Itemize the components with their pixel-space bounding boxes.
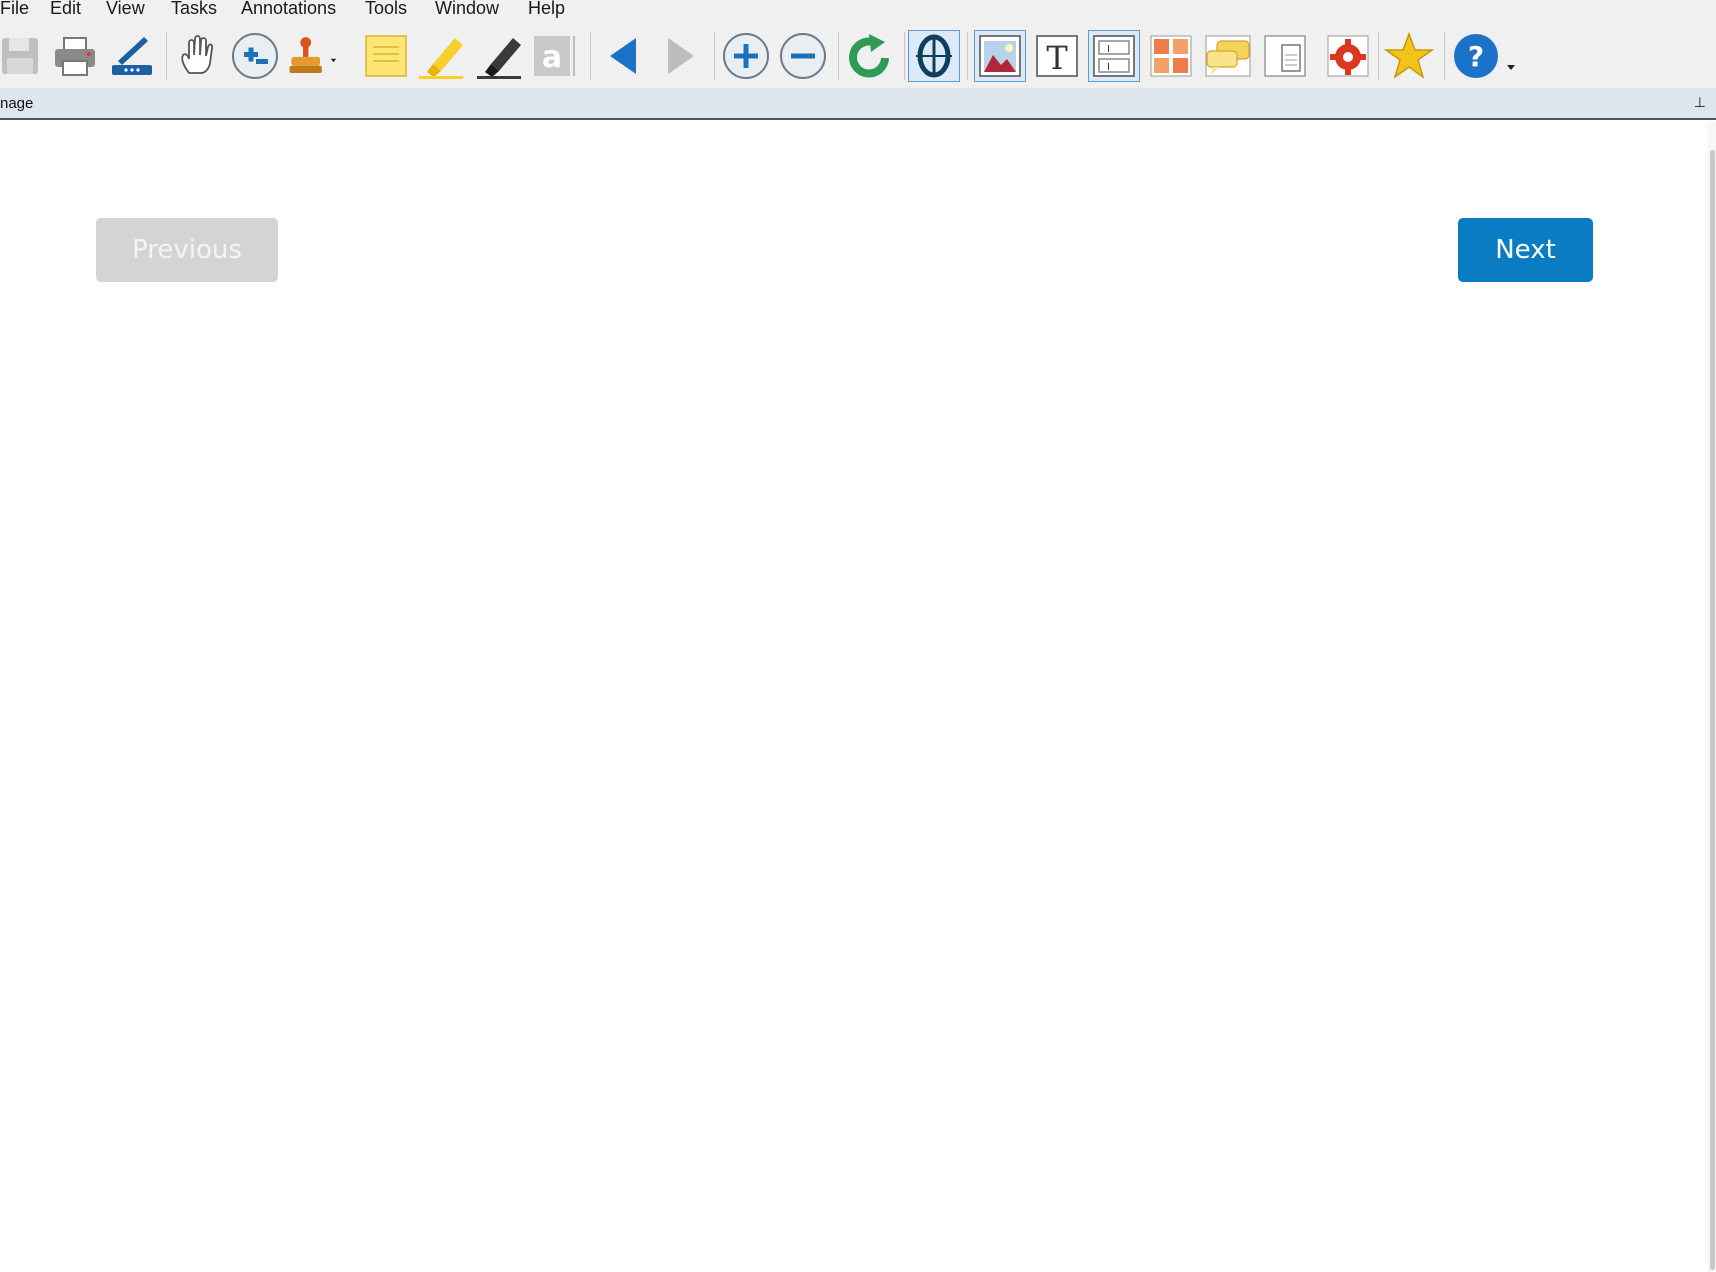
comments-button[interactable] bbox=[1202, 30, 1254, 82]
star-icon bbox=[1384, 32, 1434, 79]
minus-circle-icon bbox=[780, 33, 826, 79]
highlighter-button[interactable] bbox=[416, 30, 468, 82]
dual-text-view-button[interactable]: II bbox=[1088, 30, 1140, 82]
panel-title: nage bbox=[0, 95, 34, 112]
menu-annotations[interactable]: Annotations bbox=[241, 0, 336, 22]
highlighter-icon bbox=[419, 38, 463, 79]
menu-tasks[interactable]: Tasks bbox=[171, 0, 217, 22]
svg-text:I: I bbox=[1107, 62, 1110, 73]
plus-circle-icon bbox=[723, 33, 769, 79]
menu-view[interactable]: View bbox=[106, 0, 145, 22]
favorites-button[interactable] bbox=[1383, 30, 1435, 82]
marker-button[interactable] bbox=[474, 30, 526, 82]
marker-icon bbox=[477, 38, 521, 79]
next-button[interactable]: Next bbox=[1458, 218, 1593, 282]
zoom-tool-button[interactable] bbox=[229, 30, 281, 82]
text-select-button[interactable]: a bbox=[528, 30, 580, 82]
text-select-icon: a bbox=[534, 36, 575, 76]
pin-icon[interactable]: ⊥ bbox=[1694, 94, 1706, 111]
fit-page-button[interactable] bbox=[908, 30, 960, 82]
text-icon: T bbox=[1036, 35, 1078, 77]
rotate-icon bbox=[849, 34, 889, 78]
stamp-icon bbox=[289, 37, 337, 74]
image-icon bbox=[979, 35, 1021, 77]
image-view-button[interactable] bbox=[974, 30, 1026, 82]
text-view-button[interactable]: T bbox=[1031, 30, 1083, 82]
print-button[interactable] bbox=[49, 30, 101, 82]
menu-window[interactable]: Window bbox=[435, 0, 499, 22]
rotate-button[interactable] bbox=[843, 30, 895, 82]
zoom-in-button[interactable] bbox=[720, 30, 772, 82]
settings-button[interactable] bbox=[1322, 30, 1374, 82]
zoom-in-icon bbox=[232, 33, 278, 79]
previous-button[interactable]: Previous bbox=[96, 218, 278, 282]
note-button[interactable] bbox=[360, 30, 412, 82]
menu-help[interactable]: Help bbox=[528, 0, 565, 22]
fit-page-icon bbox=[916, 34, 952, 78]
printer-icon bbox=[55, 37, 95, 76]
thumbnails-button[interactable] bbox=[1145, 30, 1197, 82]
toolbar-separator bbox=[166, 32, 167, 80]
svg-text:I: I bbox=[1107, 44, 1110, 55]
toolbar: a T II ? bbox=[0, 22, 1716, 88]
svg-text:?: ? bbox=[1468, 40, 1484, 73]
gear-icon bbox=[1327, 35, 1369, 77]
split-text-icon: II bbox=[1093, 35, 1135, 77]
menu-tools[interactable]: Tools bbox=[365, 0, 407, 22]
svg-text:a: a bbox=[542, 40, 562, 75]
document-button[interactable] bbox=[1259, 30, 1311, 82]
signature-icon bbox=[112, 37, 152, 75]
next-page-button[interactable] bbox=[654, 30, 706, 82]
grid-icon bbox=[1150, 35, 1192, 77]
comments-icon bbox=[1205, 35, 1251, 77]
hand-tool-button[interactable] bbox=[172, 30, 224, 82]
sticky-note-icon bbox=[365, 35, 407, 77]
arrow-right-icon bbox=[668, 38, 694, 74]
sign-button[interactable] bbox=[106, 30, 158, 82]
toolbar-separator bbox=[904, 32, 905, 80]
document-content-area bbox=[0, 122, 1708, 1272]
toolbar-separator bbox=[590, 32, 591, 80]
menu-edit[interactable]: Edit bbox=[50, 0, 81, 22]
save-icon bbox=[2, 38, 38, 74]
svg-text:T: T bbox=[1046, 39, 1068, 77]
help-button[interactable]: ? bbox=[1449, 30, 1519, 82]
scrollbar-thumb[interactable] bbox=[1710, 150, 1715, 1270]
document-icon bbox=[1264, 35, 1306, 77]
toolbar-separator bbox=[714, 32, 715, 80]
save-button[interactable] bbox=[0, 30, 46, 82]
help-icon: ? bbox=[1454, 34, 1515, 78]
toolbar-separator bbox=[838, 32, 839, 80]
toolbar-separator bbox=[1378, 32, 1379, 80]
previous-page-button[interactable] bbox=[598, 30, 650, 82]
hand-icon bbox=[181, 35, 214, 74]
toolbar-separator bbox=[1444, 32, 1445, 80]
toolbar-separator bbox=[967, 32, 968, 80]
arrow-left-icon bbox=[610, 38, 636, 74]
panel-header: nage ⊥ bbox=[0, 88, 1716, 120]
menu-bar: File Edit View Tasks Annotations Tools W… bbox=[0, 0, 1716, 22]
zoom-out-button[interactable] bbox=[777, 30, 829, 82]
menu-file[interactable]: File bbox=[0, 0, 29, 22]
stamp-button[interactable] bbox=[286, 30, 338, 82]
